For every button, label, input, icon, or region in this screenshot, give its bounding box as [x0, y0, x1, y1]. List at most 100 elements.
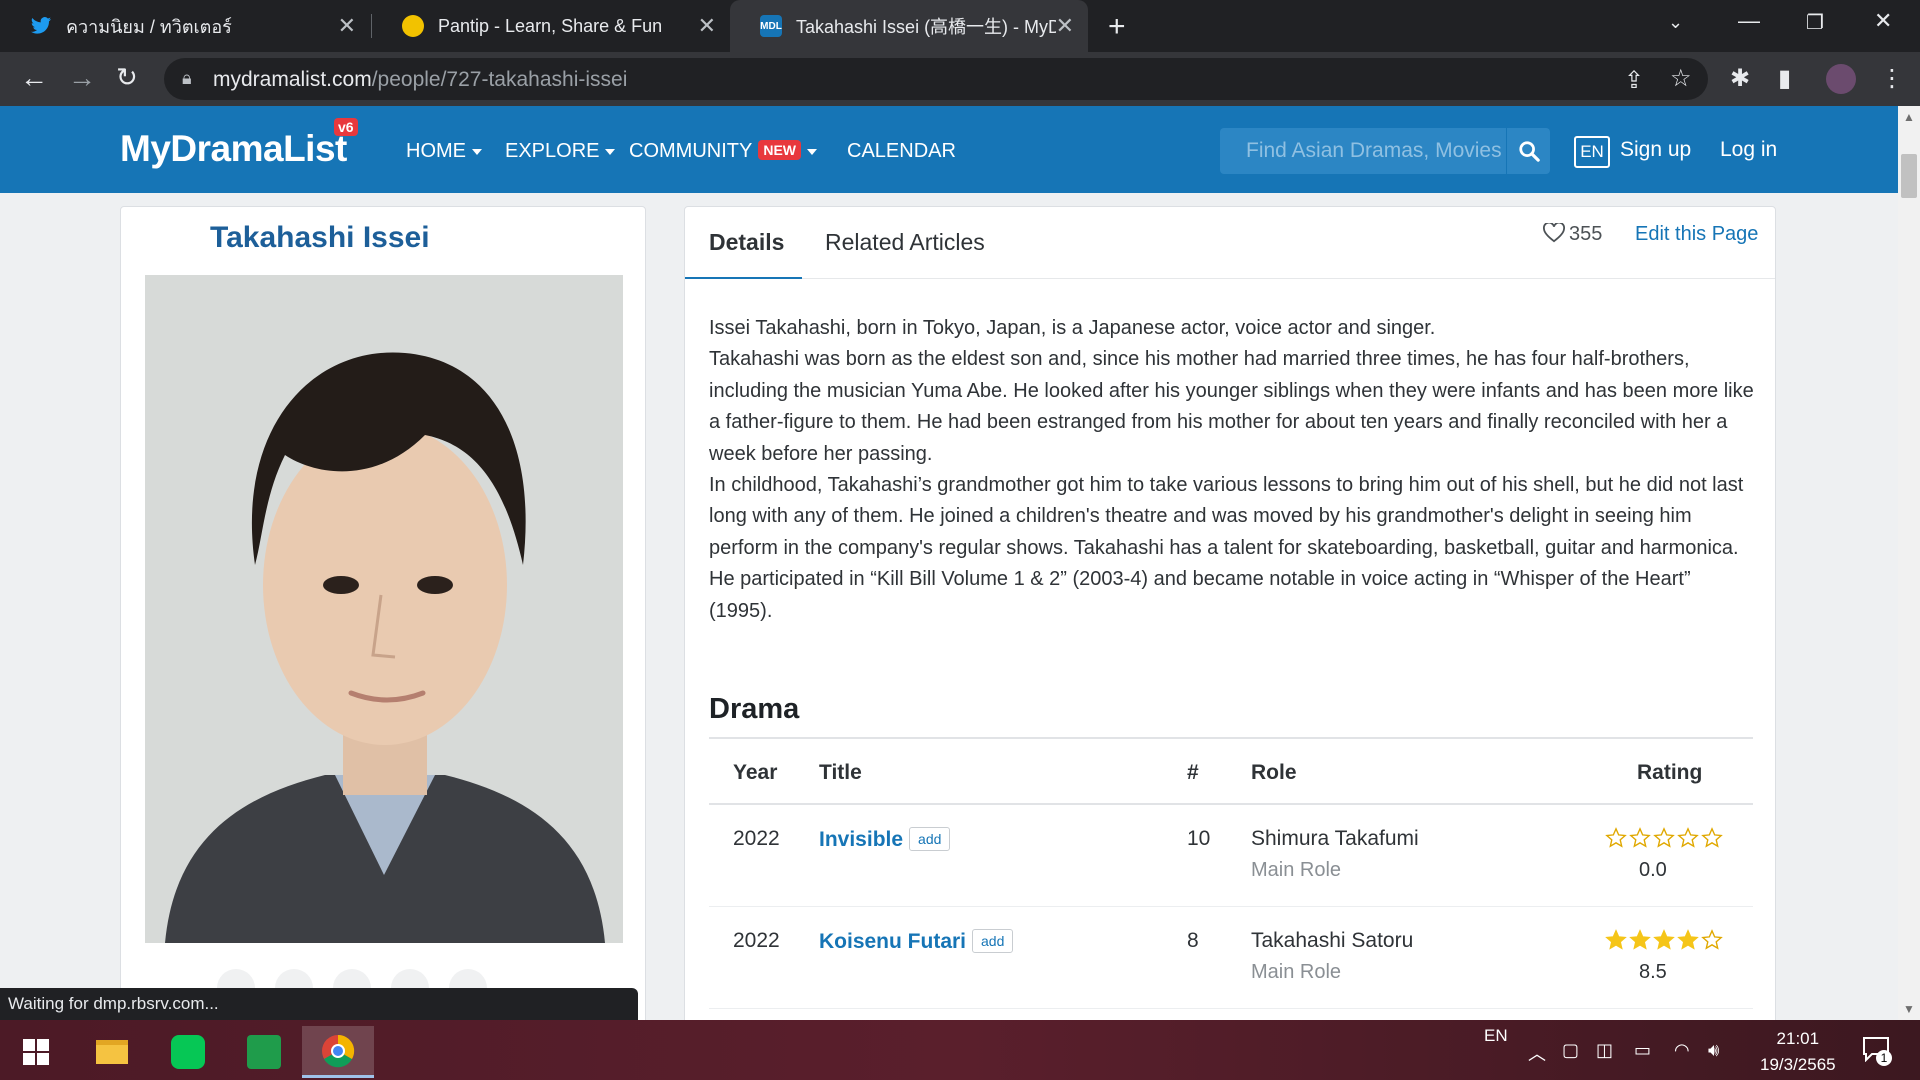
year-cell: 2022 — [733, 929, 780, 952]
battery-icon[interactable]: ▭ — [1634, 1040, 1651, 1061]
nav-explore[interactable]: EXPLORE — [505, 140, 616, 163]
star-filled-icon — [1605, 929, 1627, 950]
notifications-icon[interactable]: 1 — [1862, 1036, 1892, 1067]
tab-related-articles[interactable]: Related Articles — [825, 229, 985, 256]
star-filled-icon — [1653, 929, 1675, 950]
person-photo — [145, 275, 623, 943]
nav-home[interactable]: HOME — [406, 140, 482, 163]
site-logo[interactable]: MyDramaList — [120, 128, 347, 170]
rating-value: 0.0 — [1639, 859, 1667, 881]
signup-link[interactable]: Sign up — [1620, 138, 1691, 162]
reload-icon[interactable]: ↻ — [116, 62, 138, 93]
browser-tab-strip: ความนิยม / ทวิตเตอร์ ✕ Pantip - Learn, S… — [0, 0, 1920, 52]
add-to-list-button[interactable]: add — [972, 929, 1014, 953]
wifi-icon[interactable]: ◠ — [1674, 1040, 1690, 1061]
minimize-icon[interactable]: — — [1738, 8, 1760, 34]
title-cell: Koisenu Futari add — [819, 929, 1014, 954]
chrome-taskbar-icon[interactable] — [302, 1026, 374, 1078]
star-filled-icon — [1629, 929, 1651, 950]
start-button[interactable] — [0, 1026, 72, 1078]
tab-title: Takahashi Issei (高橋一生) - MyDramaList — [796, 17, 1056, 37]
bio-paragraph: He participated in “Kill Bill Volume 1 &… — [709, 568, 1691, 622]
show-hidden-icons-icon[interactable]: ︿ — [1528, 1040, 1546, 1066]
column-header-rating: Rating — [1637, 761, 1703, 784]
lock-icon: 🔒︎ — [182, 68, 192, 88]
window-close-icon[interactable]: ✕ — [1874, 8, 1892, 34]
back-icon[interactable]: ← — [20, 62, 48, 94]
address-bar[interactable]: 🔒︎ mydramalist.com/people/727-takahashi-… — [164, 58, 1708, 100]
drama-title-link[interactable]: Invisible — [819, 828, 903, 851]
heart-icon — [1543, 221, 1565, 243]
bookmark-star-icon[interactable]: ☆ — [1670, 64, 1692, 93]
notification-count: 1 — [1876, 1050, 1892, 1066]
scroll-up-icon[interactable]: ▲ — [1903, 110, 1915, 124]
table-row: 2022 Invisible add 10 Shimura Takafumi Ma… — [709, 805, 1753, 907]
chrome-icon — [322, 1034, 355, 1067]
drama-title-link[interactable]: Koisenu Futari — [819, 930, 966, 953]
rating-value: 8.5 — [1639, 961, 1667, 983]
search-button[interactable] — [1506, 128, 1550, 174]
active-tab-indicator — [685, 277, 802, 279]
side-panel-icon[interactable]: ▮ — [1778, 64, 1791, 93]
site-search — [1220, 128, 1506, 174]
system-clock[interactable]: 21:01 19/3/2565 — [1760, 1026, 1836, 1078]
close-icon[interactable]: ✕ — [1056, 13, 1074, 39]
nav-community[interactable]: COMMUNITY NEW — [629, 140, 817, 163]
file-explorer-icon[interactable] — [76, 1026, 148, 1078]
column-header-role: Role — [1251, 761, 1297, 784]
edit-page-link[interactable]: Edit this Page — [1635, 223, 1758, 246]
search-input[interactable] — [1220, 128, 1506, 174]
nav-calendar[interactable]: CALENDAR — [847, 140, 956, 163]
add-to-list-button[interactable]: add — [909, 827, 951, 851]
site-header: MyDramaList v6 HOME EXPLORE COMMUNITY NEW… — [0, 106, 1898, 193]
restore-icon[interactable]: ❐ — [1806, 10, 1824, 35]
like-button[interactable]: 355 — [1543, 221, 1602, 246]
star-filled-icon — [1677, 929, 1699, 950]
browser-tab-mydramalist[interactable]: MDL Takahashi Issei (高橋一生) - MyDramaList… — [730, 0, 1088, 52]
column-header-year: Year — [733, 761, 778, 784]
loading-status: Waiting for dmp.rbsrv.com... — [0, 988, 638, 1020]
meet-now-icon[interactable]: ▢ — [1562, 1040, 1579, 1061]
star-empty-icon — [1701, 827, 1723, 848]
close-icon[interactable]: ✕ — [698, 13, 716, 39]
scroll-thumb[interactable] — [1901, 154, 1917, 198]
share-icon[interactable]: ⇪ — [1624, 66, 1644, 95]
display-icon[interactable]: ◫ — [1596, 1040, 1613, 1061]
person-name: Takahashi Issei — [210, 221, 430, 254]
page-scrollbar[interactable]: ▲ ▼ — [1898, 106, 1920, 1020]
character-name[interactable]: Takahashi Satoru — [1251, 929, 1413, 953]
clock-time: 21:01 — [1776, 1029, 1820, 1048]
role-type: Main Role — [1251, 859, 1342, 881]
mdl-icon: MDL — [760, 15, 782, 37]
character-name[interactable]: Shimura Takafumi — [1251, 827, 1419, 851]
pantip-icon — [402, 15, 424, 37]
person-details-card: Details Related Articles 355 Edit this P… — [684, 206, 1776, 1036]
login-link[interactable]: Log in — [1720, 138, 1777, 162]
version-badge: v6 — [334, 118, 358, 136]
new-tab-button[interactable]: + — [1108, 10, 1126, 44]
forward-icon[interactable]: → — [68, 62, 96, 94]
volume-icon[interactable]: 🔊︎ — [1708, 1040, 1719, 1061]
menu-kebab-icon[interactable]: ⋮ — [1880, 64, 1904, 93]
input-language[interactable]: EN — [1484, 1026, 1508, 1046]
extensions-icon[interactable]: ✱ — [1730, 64, 1750, 93]
browser-tab-pantip[interactable]: Pantip - Learn, Share & Fun ✕ — [372, 0, 730, 52]
close-icon[interactable]: ✕ — [338, 13, 356, 39]
profile-avatar[interactable] — [1826, 64, 1856, 94]
table-row: 2022 Koisenu Futari add 8 Takahashi Sator… — [709, 907, 1753, 1009]
caret-down-icon — [472, 148, 482, 155]
browser-tab-twitter[interactable]: ความนิยม / ทวิตเตอร์ ✕ — [0, 0, 370, 52]
tab-search-icon[interactable]: ⌄ — [1668, 12, 1683, 33]
scroll-down-icon[interactable]: ▼ — [1903, 1002, 1915, 1016]
star-empty-icon — [1605, 827, 1627, 848]
tab-details[interactable]: Details — [709, 229, 784, 256]
bio-paragraph: In childhood, Takahashi’s grandmother go… — [709, 474, 1744, 559]
drama-section-title: Drama — [709, 693, 800, 725]
tab-title: Pantip - Learn, Share & Fun — [438, 15, 663, 36]
title-cell: Invisible add — [819, 827, 951, 852]
line-app-icon[interactable] — [152, 1026, 224, 1078]
language-selector[interactable]: EN — [1574, 136, 1610, 168]
game-app-icon[interactable] — [228, 1026, 300, 1078]
portrait-illustration — [145, 275, 623, 943]
clock-date: 19/3/2565 — [1760, 1055, 1836, 1074]
